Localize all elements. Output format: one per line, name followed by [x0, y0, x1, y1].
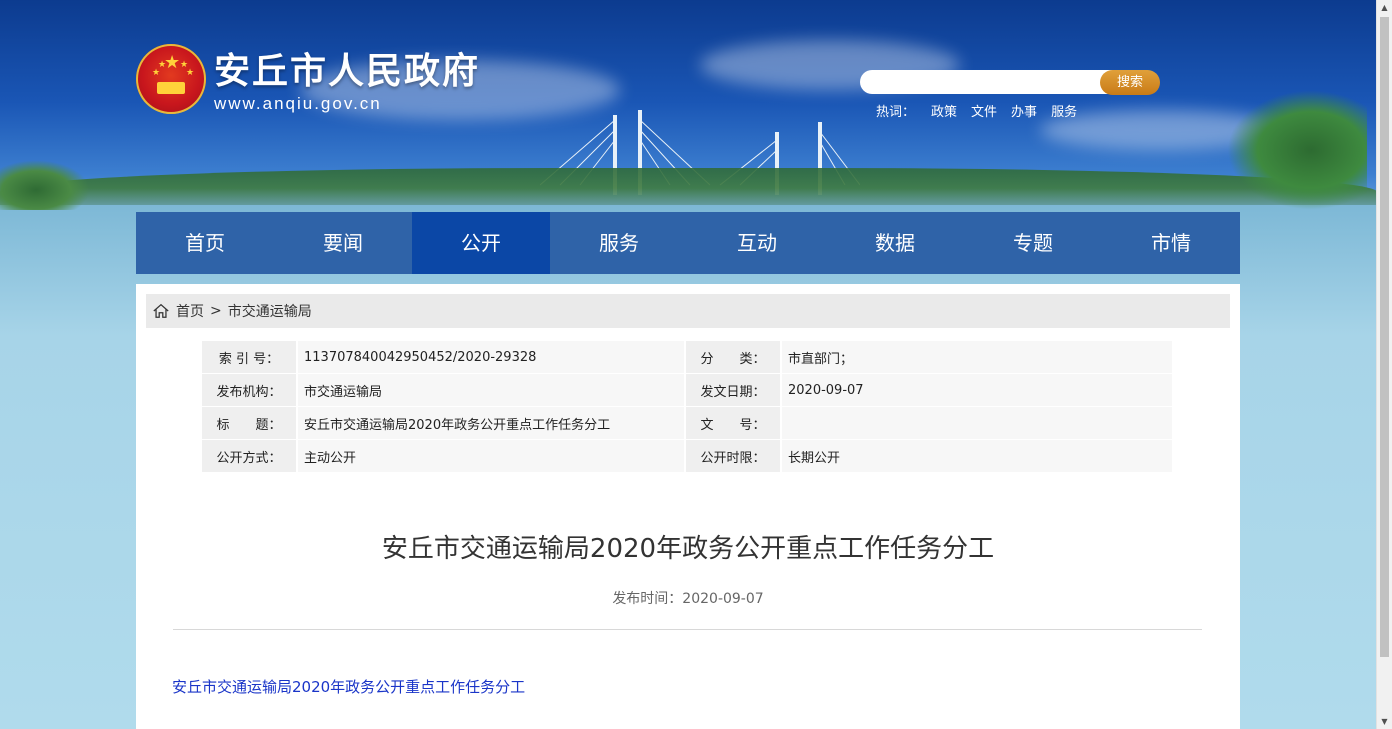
publisher-label: 发布机构：: [202, 374, 296, 406]
treeline-decoration: [0, 168, 1377, 208]
nav-item-city-info[interactable]: 市情: [1102, 212, 1240, 274]
scrollbar-thumb[interactable]: [1380, 17, 1389, 657]
search-input[interactable]: [860, 70, 1130, 94]
hot-words: 热词： 政策 文件 办事 服务: [876, 101, 1077, 120]
hot-word-link[interactable]: 办事: [1011, 101, 1037, 120]
breadcrumb-current-link[interactable]: 市交通运输局: [228, 301, 312, 321]
hot-word-link[interactable]: 政策: [931, 101, 957, 120]
site-url: www.anqiu.gov.cn: [214, 94, 382, 113]
nav-item-home[interactable]: 首页: [136, 212, 274, 274]
publisher-value: 市交通运输局: [298, 374, 684, 406]
disclosure-period-value: 长期公开: [782, 440, 1172, 472]
site-title: 安丘市人民政府: [214, 51, 481, 92]
divider: [173, 629, 1202, 630]
tree-decoration: [1227, 90, 1367, 210]
document-number-label: 文 号：: [686, 407, 780, 439]
home-icon: [153, 303, 169, 318]
main-nav: 首页 要闻 公开 服务 互动 数据 专题 市情: [136, 212, 1240, 274]
breadcrumb-home-link[interactable]: 首页: [176, 301, 204, 321]
nav-item-disclosure[interactable]: 公开: [412, 212, 550, 274]
issue-date-label: 发文日期：: [686, 374, 780, 406]
category-label: 分 类：: [686, 341, 780, 373]
national-emblem-icon: ★ ★ ★ ★ ★: [136, 44, 206, 114]
nav-item-topics[interactable]: 专题: [964, 212, 1102, 274]
publish-time: 发布时间：2020-09-07: [612, 591, 764, 607]
nav-item-news[interactable]: 要闻: [274, 212, 412, 274]
breadcrumb-separator: >: [210, 303, 222, 319]
hot-word-link[interactable]: 文件: [971, 101, 997, 120]
vertical-scrollbar[interactable]: ▲ ▼: [1376, 0, 1392, 729]
attachment-link[interactable]: 安丘市交通运输局2020年政务公开重点工作任务分工: [172, 676, 525, 697]
disclosure-method-value: 主动公开: [298, 440, 684, 472]
nav-item-data[interactable]: 数据: [826, 212, 964, 274]
content-panel: 首页 > 市交通运输局 索 引 号： 113707840042950452/20…: [136, 284, 1240, 729]
title-label: 标 题：: [202, 407, 296, 439]
title-value: 安丘市交通运输局2020年政务公开重点工作任务分工: [298, 407, 684, 439]
issue-date-value: 2020-09-07: [782, 374, 1172, 406]
search-bar: 搜索: [860, 70, 1160, 96]
nav-item-interaction[interactable]: 互动: [688, 212, 826, 274]
disclosure-method-label: 公开方式：: [202, 440, 296, 472]
article-title: 安丘市交通运输局2020年政务公开重点工作任务分工: [381, 534, 995, 564]
scroll-up-icon[interactable]: ▲: [1377, 0, 1392, 15]
category-value: 市直部门；: [782, 341, 1172, 373]
breadcrumb: 首页 > 市交通运输局: [146, 294, 1230, 328]
index-number-label: 索 引 号：: [202, 341, 296, 373]
hot-words-label: 热词：: [876, 105, 916, 120]
disclosure-period-label: 公开时限：: [686, 440, 780, 472]
scroll-down-icon[interactable]: ▼: [1377, 714, 1392, 729]
document-metadata-table: 索 引 号： 113707840042950452/2020-29328 分 类…: [200, 340, 1174, 473]
hot-word-link[interactable]: 服务: [1051, 101, 1077, 120]
search-button[interactable]: 搜索: [1100, 70, 1160, 95]
nav-item-services[interactable]: 服务: [550, 212, 688, 274]
site-logo[interactable]: ★ ★ ★ ★ ★ 安丘市人民政府 www.anqiu.gov.cn: [136, 44, 480, 114]
index-number-value: 113707840042950452/2020-29328: [298, 341, 684, 373]
tree-decoration: [0, 160, 90, 210]
document-number-value: [782, 407, 1172, 439]
